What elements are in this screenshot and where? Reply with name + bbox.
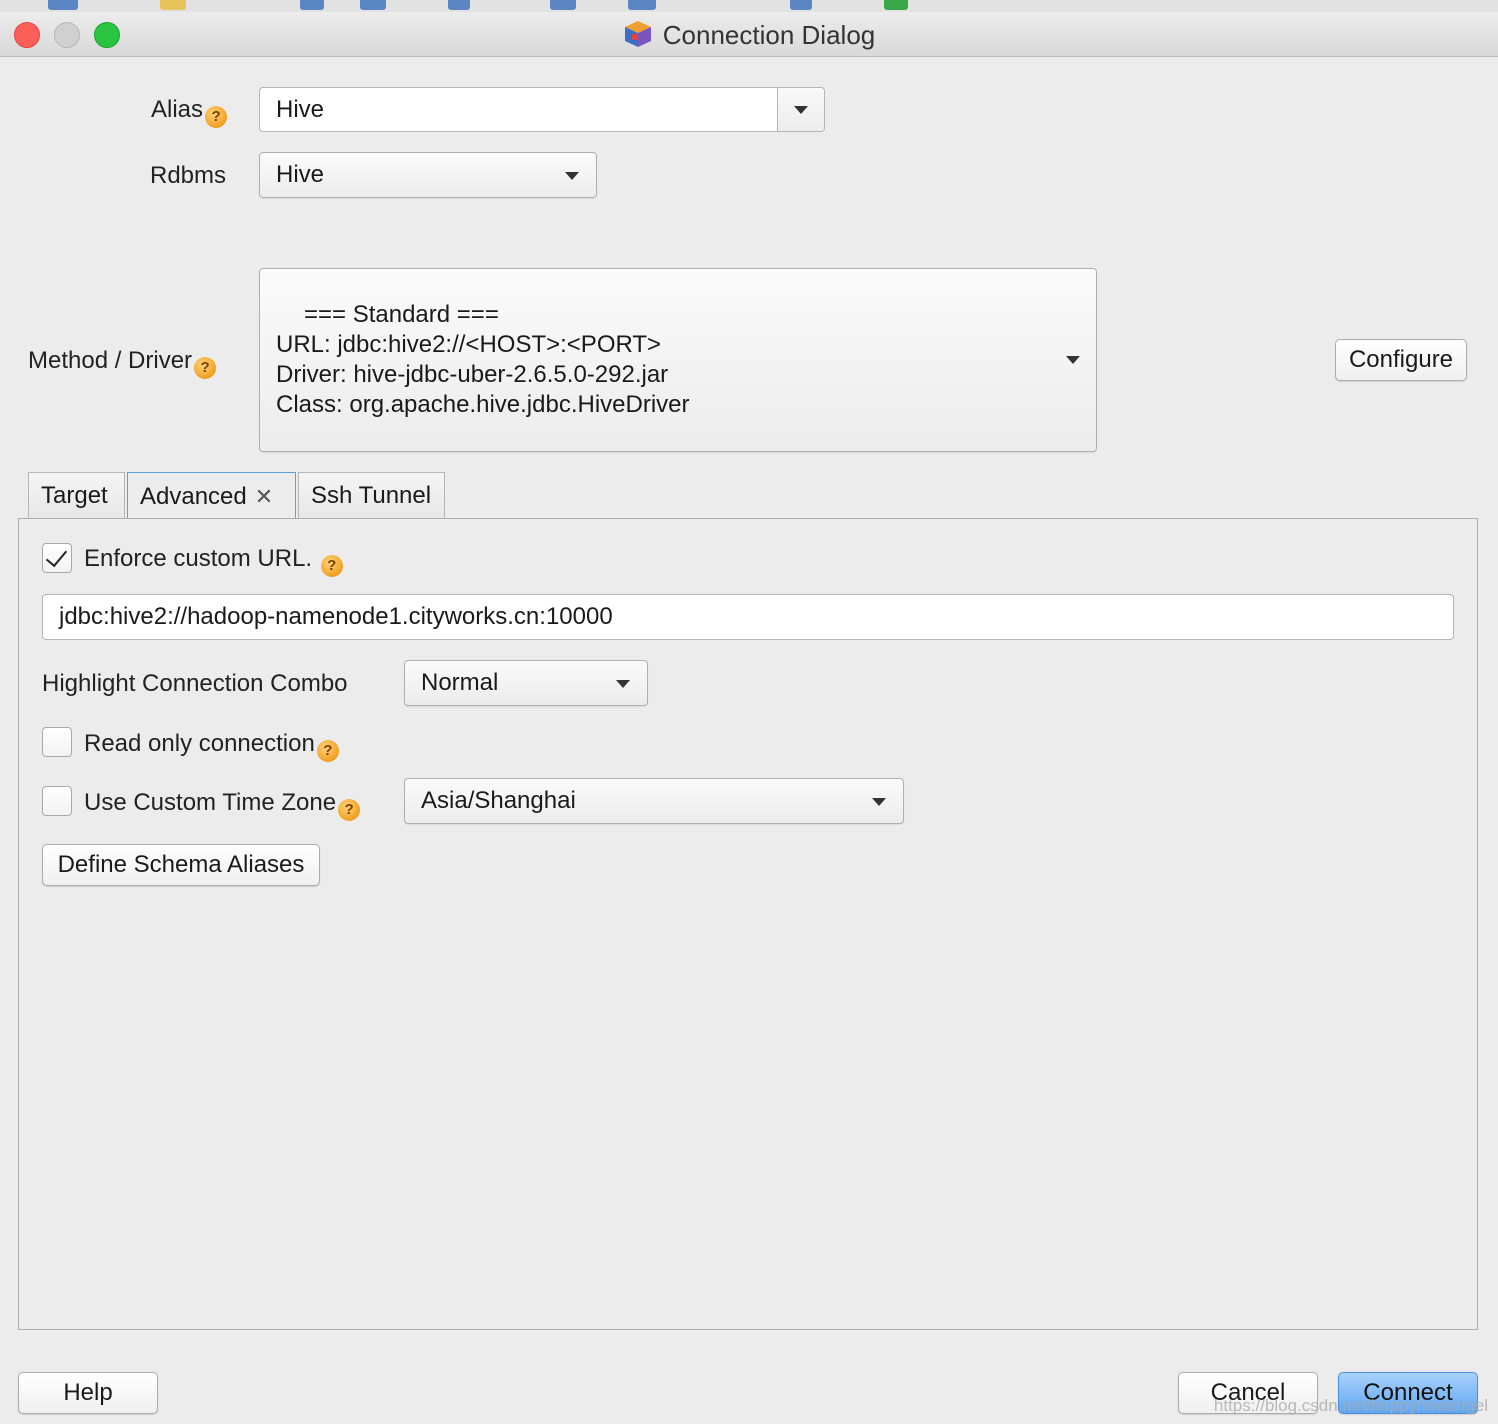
driver-help-icon[interactable]: ?	[194, 357, 217, 379]
custom-timezone-checkbox[interactable]	[42, 786, 72, 816]
toolbar-icon	[628, 0, 656, 10]
rdbms-label: Rdbms	[150, 162, 227, 189]
watermark: https://blog.csdn.net/happyfreeangel	[1213, 1396, 1488, 1415]
timezone-select[interactable]: Asia/Shanghai	[404, 778, 904, 824]
driver-url-line: URL: jdbc:hive2://<HOST>:<PORT>	[276, 331, 662, 358]
enforce-url-label: Enforce custom URL. ?	[84, 545, 343, 577]
chevron-down-icon	[565, 172, 579, 180]
highlight-value: Normal	[421, 669, 499, 696]
chevron-down-icon	[616, 680, 630, 688]
toolbar-icon	[550, 0, 576, 10]
chevron-down-icon	[872, 798, 886, 806]
close-tab-icon[interactable]: ✕	[255, 484, 273, 510]
define-schema-aliases-button[interactable]: Define Schema Aliases	[42, 844, 320, 886]
alias-combo[interactable]: Hive	[259, 87, 825, 132]
help-button[interactable]: Help	[18, 1372, 158, 1414]
method-driver-label: Method / Driver?	[28, 347, 217, 379]
toolbar-icon	[300, 0, 324, 10]
driver-class-line: Class: org.apache.hive.jdbc.HiveDriver	[276, 391, 690, 418]
custom-url-value: jdbc:hive2://hadoop-namenode1.cityworks.…	[59, 603, 613, 630]
tab-target[interactable]: Target	[28, 472, 125, 518]
title-bar: Connection Dialog	[0, 12, 1498, 57]
enforce-url-checkbox[interactable]	[42, 543, 72, 573]
read-only-help-icon[interactable]: ?	[316, 740, 339, 762]
chevron-down-icon	[1066, 356, 1080, 364]
timezone-help-icon[interactable]: ?	[338, 799, 361, 821]
read-only-checkbox[interactable]	[42, 727, 72, 757]
toolbar-icon	[448, 0, 470, 10]
toolbar-icon	[360, 0, 386, 10]
highlight-combo-label: Highlight Connection Combo	[42, 670, 348, 697]
alias-help-icon[interactable]: ?	[205, 106, 228, 128]
chart-icon	[790, 0, 812, 10]
tab-ssh-tunnel[interactable]: Ssh Tunnel	[298, 472, 445, 518]
database-icon	[160, 0, 186, 10]
read-only-label: Read only connection?	[84, 730, 339, 762]
driver-select[interactable]: === Standard === URL: jdbc:hive2://<HOST…	[259, 268, 1097, 452]
configure-button[interactable]: Configure	[1335, 339, 1467, 381]
window-title-text: Connection Dialog	[662, 20, 876, 50]
rdbms-select[interactable]: Hive	[259, 152, 597, 198]
alias-dropdown-button[interactable]	[777, 88, 824, 131]
chevron-down-icon	[794, 106, 808, 114]
run-icon	[884, 0, 908, 10]
timezone-value: Asia/Shanghai	[421, 787, 576, 814]
tab-advanced[interactable]: Advanced ✕	[127, 472, 296, 520]
enforce-url-help-icon[interactable]: ?	[320, 555, 343, 577]
toolbar-icon	[48, 0, 78, 10]
checkmark-icon	[45, 544, 68, 568]
custom-timezone-label: Use Custom Time Zone?	[84, 789, 361, 821]
driver-standard-line: === Standard ===	[304, 301, 499, 328]
app-toolbar-strip	[0, 0, 1498, 12]
app-cube-icon	[624, 21, 651, 47]
driver-jar-line: Driver: hive-jdbc-uber-2.6.5.0-292.jar	[276, 361, 669, 388]
custom-url-input[interactable]: jdbc:hive2://hadoop-namenode1.cityworks.…	[42, 594, 1454, 640]
rdbms-value: Hive	[276, 161, 325, 188]
highlight-select[interactable]: Normal	[404, 660, 648, 706]
alias-label: Alias?	[151, 96, 228, 128]
alias-value: Hive	[276, 95, 325, 123]
window-title: Connection Dialog	[0, 20, 1498, 51]
